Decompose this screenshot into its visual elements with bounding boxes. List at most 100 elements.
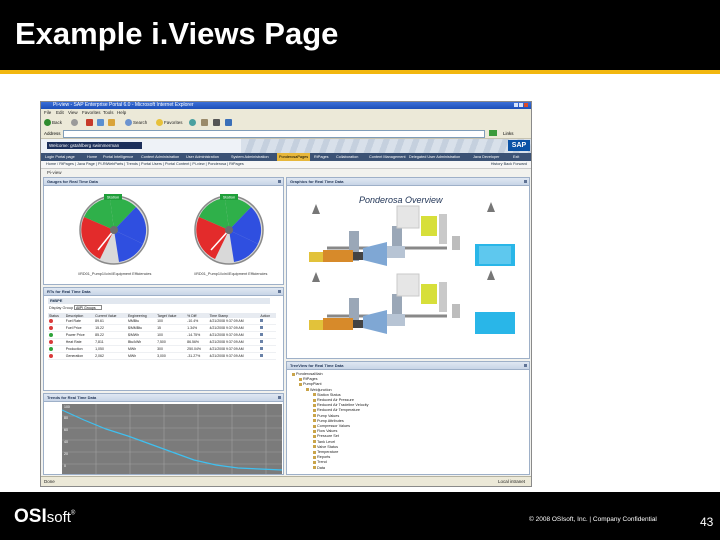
trend-panel-header: Trends for Real Time Data [44, 394, 283, 402]
search-button[interactable]: Search [125, 118, 147, 127]
kpi-table: Status Description Current Value Enginee… [48, 313, 276, 360]
timestamp-cell: 4/21/2008 9:37:09 AM [208, 331, 260, 339]
table-row: Generation 2,062 MWh 3,000 -31.27% 4/21/2008 … [48, 352, 276, 360]
go-button[interactable] [489, 130, 497, 136]
nav-tab[interactable]: Content Administration [141, 153, 179, 161]
home-button[interactable] [108, 118, 116, 127]
panel-title: RTs for Real Time Data [47, 289, 91, 294]
tree-node[interactable]: PumpPlant [299, 382, 322, 386]
edit-button[interactable] [225, 118, 233, 127]
action-cell[interactable] [259, 331, 276, 339]
diff-cell: 86.56% [186, 338, 209, 346]
nav-tab[interactable]: Delegated User Administration [409, 153, 460, 161]
status-cell [48, 352, 65, 360]
menu-edit[interactable]: Edit [56, 109, 64, 116]
tree-node[interactable]: PonderosaMain [292, 372, 323, 376]
row-action-icon[interactable] [260, 340, 264, 343]
trend-y-tick: 80 [64, 416, 68, 420]
nav-tab[interactable]: Java Developer [473, 153, 499, 161]
status-dot [49, 339, 53, 344]
confidentiality-note: © 2008 OSIsoft, Inc. | Company Confident… [529, 516, 657, 523]
breadcrumb[interactable]: Home / RtPages | Java Page | PI-RtWebPar… [46, 161, 244, 168]
nav-tab[interactable]: Home [87, 153, 97, 161]
diagram-title: Ponderosa Overview [359, 195, 443, 205]
forward-button[interactable] [71, 118, 79, 127]
refresh-button[interactable] [97, 118, 105, 127]
nav-tab[interactable]: User Administration [186, 153, 219, 161]
tree-node[interactable]: Trend [313, 460, 327, 464]
portal-sub-nav: Home / RtPages | Java Page | PI-RtWebPar… [41, 161, 531, 169]
display-group-select[interactable]: AllPI Groups [74, 305, 102, 310]
address-input[interactable] [63, 130, 485, 138]
stop-button[interactable] [86, 118, 94, 127]
action-cell[interactable] [259, 345, 276, 353]
tree-node[interactable]: Reports [313, 455, 330, 459]
trend-chart: 100 80 60 40 20 0 [61, 404, 283, 474]
history-links[interactable]: History Back Forward [491, 161, 527, 168]
folder-icon [313, 434, 316, 438]
value-cell: 1,050 [94, 345, 127, 353]
nav-tab-active[interactable]: PonderosaPages [277, 153, 311, 161]
row-action-icon[interactable] [260, 347, 264, 350]
header-stripe [241, 139, 531, 153]
menu-view[interactable]: View [68, 109, 78, 116]
history-button[interactable] [189, 118, 197, 127]
nav-tab[interactable]: RtPages [314, 153, 329, 161]
nav-tab[interactable]: Exit [513, 153, 519, 161]
slide-title: Example i.Views Page [15, 16, 339, 51]
panel-menu-icon[interactable] [278, 396, 281, 399]
mail-button[interactable] [201, 118, 209, 127]
tree-node[interactable]: Flow Values [313, 429, 337, 433]
action-cell[interactable] [259, 352, 276, 360]
panel-title: TreeView for Real Time Data [290, 363, 344, 368]
links-label[interactable]: Links [503, 129, 514, 138]
menu-tools[interactable]: Tools [103, 109, 114, 116]
trend-y-tick: 0 [64, 464, 66, 468]
row-action-icon[interactable] [260, 354, 264, 357]
row-action-icon[interactable] [260, 326, 264, 329]
row-action-icon[interactable] [260, 319, 264, 322]
status-dot [49, 332, 53, 337]
favorites-button[interactable]: Favorites [156, 118, 183, 127]
panel-menu-icon[interactable] [278, 290, 281, 293]
stop-icon [86, 119, 93, 127]
menu-favorites[interactable]: Favorites [82, 109, 101, 116]
action-cell[interactable] [259, 338, 276, 346]
nav-tab[interactable]: Content Management [369, 153, 406, 161]
tree-node[interactable]: Pump Attributes [313, 419, 344, 423]
row-action-icon[interactable] [260, 333, 264, 336]
tree-node[interactable]: Weldjunction [306, 388, 332, 392]
menu-file[interactable]: File [44, 109, 51, 116]
timestamp-cell: 4/21/2008 9:37:09 AM [208, 324, 260, 332]
tree-node[interactable]: Data [313, 466, 325, 470]
panel-menu-icon[interactable] [524, 364, 527, 367]
process-row-upper [309, 205, 515, 266]
nav-tab[interactable]: Portal Intelligence [103, 153, 133, 161]
tree-node[interactable]: RtPages [299, 377, 318, 381]
nav-tab[interactable]: Login Portal page [45, 153, 75, 161]
display-group-label: Display Group [49, 306, 74, 310]
tree-node[interactable]: Valve Status [313, 445, 338, 449]
tree-node[interactable]: Pressure Set [313, 434, 339, 438]
gauge-right-caption: \\RD01_Pump1\\cin\\Equipment Efficiencie… [194, 272, 268, 276]
edit-icon [225, 119, 232, 127]
back-button[interactable]: Back [44, 118, 62, 127]
minimize-icon[interactable] [514, 103, 518, 107]
print-button[interactable] [213, 118, 221, 127]
nav-tab[interactable]: System Administration [231, 153, 269, 161]
tree-node[interactable]: Tank Level [313, 440, 335, 444]
action-cell[interactable] [259, 324, 276, 332]
menu-help[interactable]: Help [117, 109, 126, 116]
tree-node[interactable]: Compressor Values [313, 424, 350, 428]
maximize-icon[interactable] [519, 103, 523, 107]
tree-node[interactable]: Pump Values [313, 414, 339, 418]
close-icon[interactable] [524, 103, 528, 107]
tree-node[interactable]: Station Status [313, 393, 341, 397]
nav-tab[interactable]: Collaboration [336, 153, 358, 161]
tree-node[interactable]: Reduced Air Pressure [313, 398, 354, 402]
tree-node[interactable]: Reduced Air Temperature [313, 408, 360, 412]
panel-menu-icon[interactable] [278, 180, 281, 183]
tree-node[interactable]: Temperature [313, 450, 338, 454]
panel-menu-icon[interactable] [524, 180, 527, 183]
tree-node[interactable]: Reduced Air Tradeline Velocity [313, 403, 369, 407]
